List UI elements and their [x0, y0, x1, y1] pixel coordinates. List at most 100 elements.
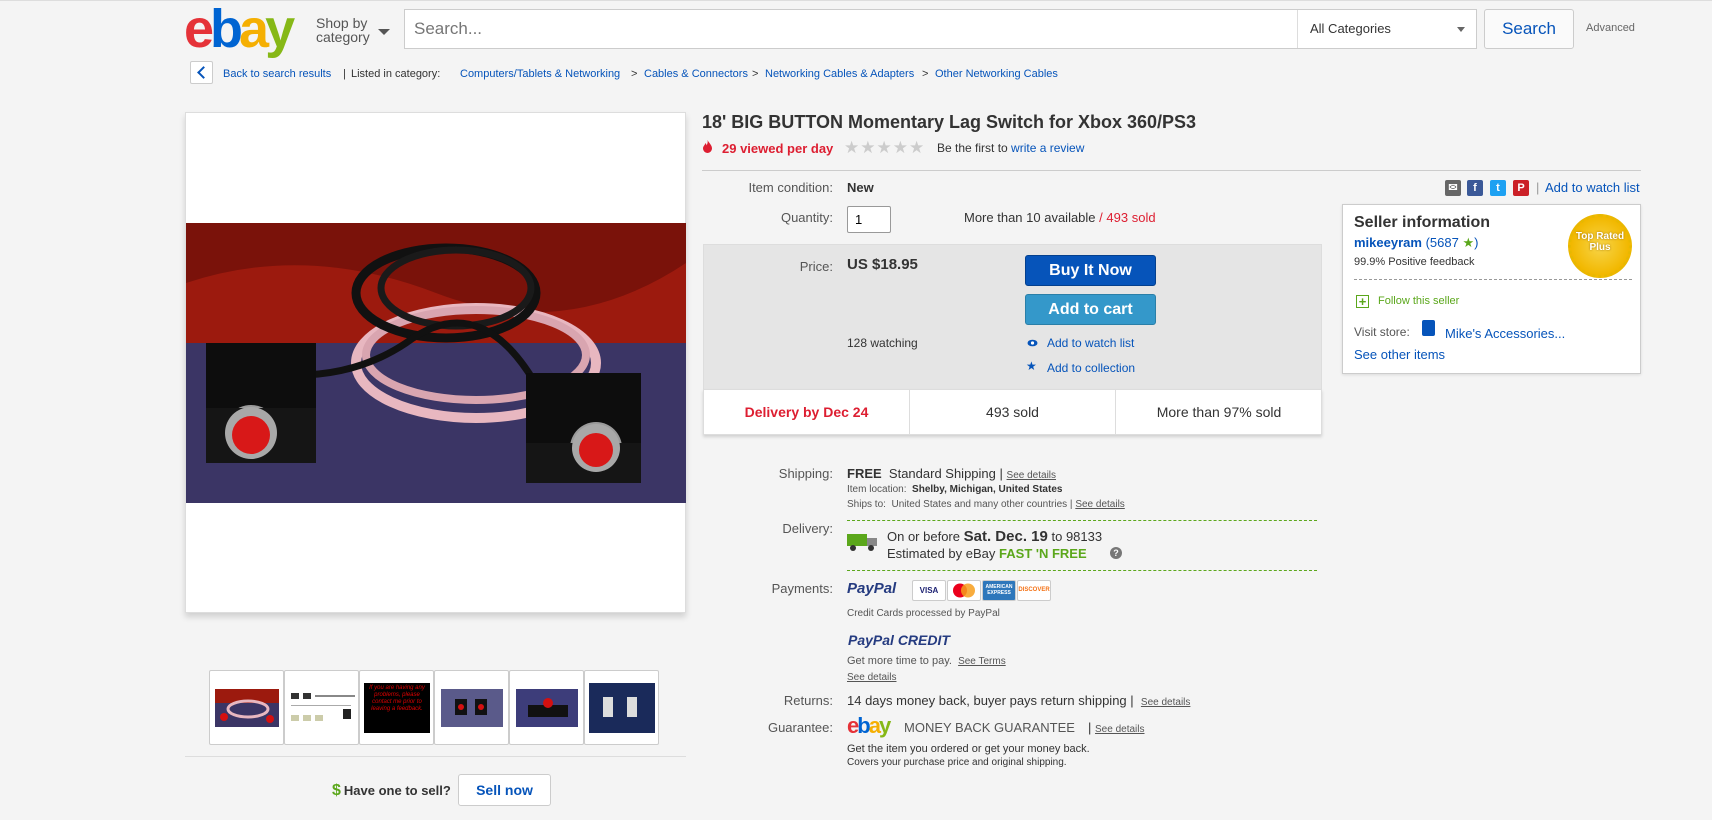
seller-name-line: mikeeyram (5687 ★) [1354, 235, 1478, 251]
ebay-guarantee-logo: ebay [847, 713, 891, 738]
returns-see-details-link[interactable]: See details [1141, 697, 1190, 708]
badge-text: Top Rated Plus [1575, 231, 1625, 253]
product-photo [186, 223, 686, 503]
watching-count: 128 watching [847, 336, 918, 350]
sell-now-button[interactable]: Sell now [458, 774, 551, 806]
feedback-score-link[interactable]: (5687 [1426, 235, 1459, 250]
mastercard-icon [947, 580, 981, 601]
fire-icon [703, 140, 712, 153]
add-to-watch-list-link[interactable]: Add to watch list [1545, 180, 1640, 195]
see-other-items-link[interactable]: See other items [1354, 347, 1445, 362]
write-review-link[interactable]: write a review [1011, 141, 1084, 155]
shop-by-category-button[interactable]: Shop by category [316, 15, 390, 45]
category-select[interactable]: All Categories [1297, 10, 1477, 48]
email-icon[interactable]: ✉ [1445, 180, 1461, 196]
listed-in-label: Listed in category: [351, 68, 441, 80]
buy-it-now-button[interactable]: Buy It Now [1025, 255, 1156, 286]
back-arrow-icon[interactable] [190, 61, 213, 84]
add-to-collection-link[interactable]: Add to collection [1047, 361, 1135, 375]
location-value: Shelby, Michigan, United States [912, 484, 1063, 495]
thumbnail-2[interactable] [284, 670, 359, 745]
advanced-search-link[interactable]: Advanced [1586, 22, 1635, 34]
star-icon: ★ [1026, 359, 1037, 373]
search-button[interactable]: Search [1484, 9, 1574, 49]
ebay-text: eBay [965, 546, 996, 561]
thumbnail-3-text: If you are having any problems, please c… [364, 683, 430, 733]
back-to-search-link[interactable]: Back to search results [223, 68, 331, 80]
breadcrumb-item[interactable]: Networking Cables & Adapters [765, 68, 914, 80]
percent-sold-stat: More than 97% sold [1156, 404, 1282, 420]
shipping-see-details-link[interactable]: See details [1007, 470, 1056, 481]
stats-bar: Delivery by Dec 24 493 sold More than 97… [703, 389, 1322, 435]
logo-e: e [847, 713, 859, 738]
slash: / [1099, 210, 1103, 225]
free-text: FREE [847, 466, 882, 481]
seller-divider [1354, 279, 1632, 280]
guarantee-see-details-link[interactable]: See details [1095, 724, 1144, 735]
thumbnail-1[interactable] [209, 670, 284, 745]
breadcrumb-item[interactable]: Cables & Connectors [644, 68, 748, 80]
estimated-by-text: Estimated by [887, 546, 963, 561]
top-rated-plus-badge: Top Rated Plus [1568, 214, 1632, 278]
share-separator: | [1536, 180, 1540, 195]
returns-text: 14 days money back, buyer pays return sh… [847, 693, 1127, 708]
credit-text: Get more time to pay. [847, 655, 952, 667]
guarantee-details: | See details [1088, 720, 1145, 735]
thumbnail-4[interactable] [434, 670, 509, 745]
ships-to-label: Ships to: [847, 499, 886, 510]
rating-stars: ★★★★★ [844, 138, 926, 157]
logo-a: a [239, 0, 269, 59]
quantity-input[interactable] [847, 206, 891, 233]
delivery-to: to [1051, 529, 1063, 544]
payments-label: Payments: [771, 581, 833, 596]
discover-icon: DISCOVER [1017, 580, 1051, 601]
logo-e: e [184, 0, 214, 59]
watch-list-link[interactable]: Add to watch list [1047, 336, 1134, 350]
get-more-time: Get more time to pay. See Terms [847, 655, 1006, 667]
sold-count-link[interactable]: 493 sold [1106, 210, 1155, 225]
search-input[interactable] [405, 10, 1285, 48]
logo-y: y [265, 0, 295, 59]
thumbnail-6[interactable] [584, 670, 659, 745]
breadcrumb-item[interactable]: Other Networking Cables [935, 68, 1058, 80]
dollar-icon: $ [332, 782, 341, 799]
separator: | [999, 466, 1003, 481]
truck-icon [847, 534, 877, 551]
facebook-icon[interactable]: f [1467, 180, 1483, 196]
follow-seller-link[interactable]: Follow this seller [1378, 295, 1459, 307]
gallery-divider [185, 756, 686, 757]
delivery-prefix: On or before [887, 529, 960, 544]
store-name-link[interactable]: Mike's Accessories... [1445, 326, 1565, 341]
breadcrumb-item[interactable]: Computers/Tablets & Networking [460, 68, 620, 80]
positive-feedback: 99.9% Positive feedback [1354, 256, 1475, 268]
delivery-estimated-by: Estimated by eBay FAST 'N FREE [887, 546, 1087, 561]
visa-icon: VISA [912, 580, 946, 601]
thumbnail-5[interactable] [509, 670, 584, 745]
help-icon[interactable]: ? [1110, 547, 1122, 559]
twitter-icon[interactable]: t [1490, 180, 1506, 196]
add-to-cart-button[interactable]: Add to cart [1025, 294, 1156, 325]
delivery-date: Sat. Dec. 19 [963, 528, 1048, 545]
shop-by-line1: Shop by [316, 15, 368, 31]
ebay-logo[interactable]: ebay [184, 2, 304, 56]
thumbnail-3[interactable]: If you are having any problems, please c… [359, 670, 434, 745]
ships-see-details-link[interactable]: See details [1075, 499, 1124, 510]
guarantee-line1: Get the item you ordered or get your mon… [847, 743, 1090, 755]
breadcrumb-separator: | [343, 68, 346, 80]
shop-by-line2: category [316, 29, 370, 45]
see-terms-link[interactable]: See Terms [958, 656, 1006, 667]
caret-down-icon [378, 29, 390, 35]
seller-name-link[interactable]: mikeeyram [1354, 235, 1422, 250]
divider [847, 520, 1317, 521]
payments-see-details-link[interactable]: See details [847, 672, 896, 683]
fast-n-free-text: FAST 'N FREE [999, 546, 1087, 561]
quantity-label: Quantity: [780, 210, 833, 225]
main-product-image[interactable] [185, 112, 686, 613]
breadcrumb-arrow: > [631, 68, 638, 80]
review-line: Be the first to write a review [937, 141, 1084, 155]
feedback-score-close: ) [1474, 235, 1479, 250]
sell-question-text: Have one to sell? [343, 783, 451, 798]
star-icon: ★ [1462, 235, 1475, 250]
item-title: 18' BIG BUTTON Momentary Lag Switch for … [702, 112, 1197, 132]
pinterest-icon[interactable]: P [1513, 180, 1529, 196]
